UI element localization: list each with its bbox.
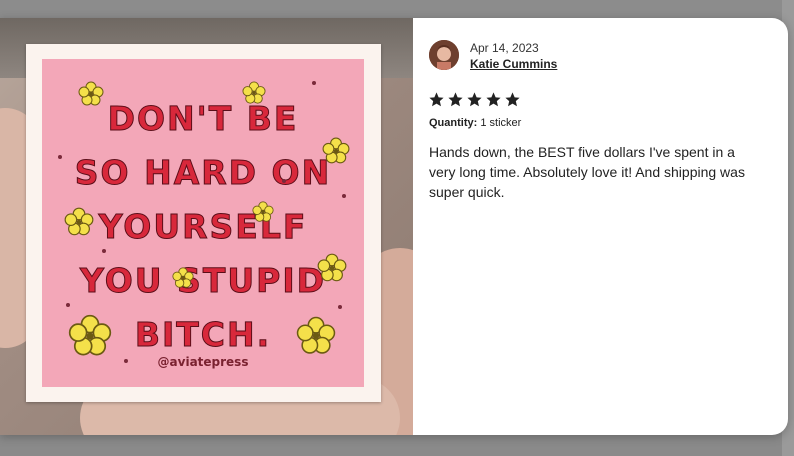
reviewer-name-link[interactable]: Katie Cummins xyxy=(470,57,557,71)
review-photo[interactable]: DON'T BE SO HARD ON YOURSELF YOU STUPID … xyxy=(0,18,413,435)
avatar[interactable] xyxy=(429,40,459,70)
review-panel: Apr 14, 2023 Katie Cummins Quantity: 1 s… xyxy=(413,18,788,435)
decor-dot xyxy=(338,305,342,309)
decor-dot xyxy=(124,359,128,363)
decor-dot xyxy=(282,179,286,183)
flower-icon xyxy=(322,137,350,164)
decor-dot xyxy=(312,81,316,85)
decor-dot xyxy=(66,303,70,307)
background-page xyxy=(0,0,794,18)
flower-icon xyxy=(68,314,112,356)
rating-stars xyxy=(428,91,521,108)
avatar-photo xyxy=(429,40,459,70)
star-icon xyxy=(467,92,482,107)
quantity-info: Quantity: 1 sticker xyxy=(429,117,521,129)
star-icon xyxy=(486,92,501,107)
star-icon xyxy=(429,92,444,107)
review-date: Apr 14, 2023 xyxy=(470,41,539,55)
flower-icon xyxy=(64,207,94,236)
review-photo-modal: DON'T BE SO HARD ON YOURSELF YOU STUPID … xyxy=(0,18,788,435)
decor-dot xyxy=(102,249,106,253)
quantity-value: 1 sticker xyxy=(480,117,522,129)
decor-dot xyxy=(342,194,346,198)
sticker: DON'T BE SO HARD ON YOURSELF YOU STUPID … xyxy=(26,44,381,402)
star-icon xyxy=(505,92,520,107)
flower-icon xyxy=(242,81,266,104)
flower-icon xyxy=(78,81,104,106)
sticker-line-4: YOU STUPID xyxy=(80,261,326,301)
sticker-face: DON'T BE SO HARD ON YOURSELF YOU STUPID … xyxy=(42,59,364,387)
flower-icon xyxy=(252,201,274,222)
star-icon xyxy=(448,92,463,107)
review-text: Hands down, the BEST five dollars I've s… xyxy=(429,144,745,200)
flower-icon xyxy=(296,316,336,354)
sticker-line-2: SO HARD ON xyxy=(74,153,332,193)
quantity-label: Quantity: xyxy=(429,117,478,129)
flower-icon xyxy=(172,267,194,288)
decor-dot xyxy=(58,155,62,159)
flower-icon xyxy=(317,253,347,282)
